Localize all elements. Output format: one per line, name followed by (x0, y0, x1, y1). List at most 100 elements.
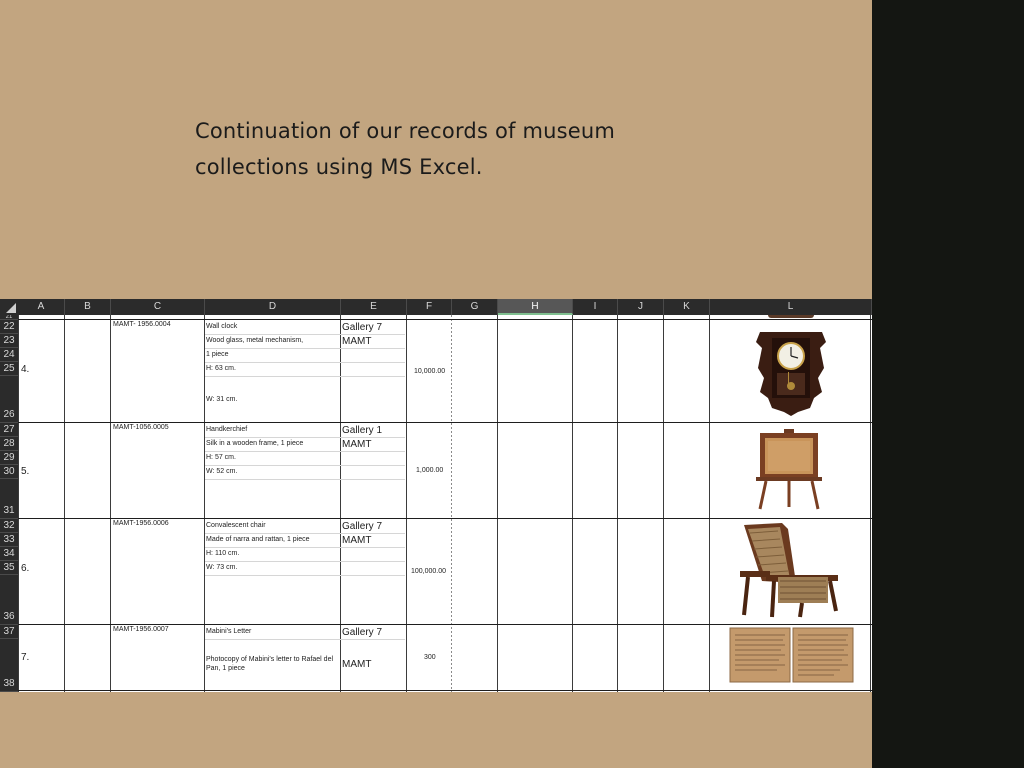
object-name[interactable]: Mabini's Letter (206, 628, 251, 635)
row-header-30[interactable]: 30 (0, 465, 18, 479)
gridline-h (18, 422, 872, 423)
object-width[interactable]: W: 31 cm. (206, 396, 237, 403)
accession-number[interactable]: MAMT-1956.0006 (113, 520, 169, 527)
gallery-cell[interactable]: Gallery 7 (342, 627, 382, 638)
subrow-line (205, 451, 405, 452)
value-cell[interactable]: 300 (424, 654, 436, 661)
framed-handkerchief-image (756, 429, 822, 510)
column-header-h[interactable]: H (498, 299, 573, 315)
row-header-38[interactable]: 38 (0, 639, 18, 692)
slide-heading: Continuation of our records of museum co… (195, 113, 715, 185)
row-header-26[interactable]: 26 (0, 376, 18, 423)
row-header-23[interactable]: 23 (0, 334, 18, 348)
object-height[interactable]: H: 110 cm. (206, 550, 239, 557)
dark-side-panel (872, 0, 1024, 768)
gallery-cell[interactable]: Gallery 1 (342, 425, 382, 436)
gridline-v (110, 315, 111, 692)
object-width[interactable]: W: 73 cm. (206, 564, 237, 571)
heading-line-2: collections using MS Excel. (195, 155, 483, 179)
column-header-i[interactable]: I (573, 299, 618, 315)
row-header-27[interactable]: 27 (0, 423, 18, 437)
record-number[interactable]: 4. (21, 364, 29, 375)
row-header-35[interactable]: 35 (0, 561, 18, 575)
gridline-h (18, 319, 872, 320)
column-header-l[interactable]: L (710, 299, 872, 315)
row-header-22[interactable]: 22 (0, 320, 18, 334)
column-header-f[interactable]: F (407, 299, 452, 315)
subrow-line (205, 437, 405, 438)
row-header-33[interactable]: 33 (0, 533, 18, 547)
object-height[interactable]: H: 63 cm. (206, 365, 236, 372)
gridline-v (64, 315, 65, 692)
record-number[interactable]: 7. (21, 652, 29, 663)
cell-grid: 21 22 23 24 25 26 27 28 29 30 31 32 33 3… (0, 315, 872, 692)
gridline-v (709, 315, 710, 692)
row-header-24[interactable]: 24 (0, 348, 18, 362)
select-all-corner[interactable] (0, 299, 18, 315)
convalescent-chair-image (740, 523, 838, 618)
column-header-bar: A B C D E F G H I J K L (0, 299, 872, 315)
row-header-25[interactable]: 25 (0, 362, 18, 376)
object-name[interactable]: Convalescent chair (206, 522, 266, 529)
object-description[interactable]: Photocopy of Mabini's letter to Rafael d… (206, 656, 333, 663)
gridline-v (406, 315, 407, 692)
record-number[interactable]: 5. (21, 466, 29, 477)
object-quantity[interactable]: Pan, 1 piece (206, 665, 245, 672)
gridline-v (663, 315, 664, 692)
location-cell[interactable]: MAMT (342, 659, 371, 670)
subrow-line (205, 334, 405, 335)
value-cell[interactable]: 1,000.00 (416, 467, 443, 474)
gridline-v (340, 315, 341, 692)
column-header-e[interactable]: E (341, 299, 407, 315)
row-header-31[interactable]: 31 (0, 479, 18, 519)
object-width[interactable]: W: 52 cm. (206, 468, 237, 475)
row-header-36[interactable]: 36 (0, 575, 18, 625)
object-material[interactable]: Silk in a wooden frame, 1 piece (206, 440, 303, 447)
gridline-v (18, 315, 19, 692)
object-name[interactable]: Wall clock (206, 323, 237, 330)
gridline-v (572, 315, 573, 692)
slide-background: Continuation of our records of museum co… (0, 0, 872, 768)
gridline-v (617, 315, 618, 692)
subrow-line (205, 479, 405, 480)
column-header-a[interactable]: A (18, 299, 65, 315)
column-header-j[interactable]: J (618, 299, 664, 315)
row-header-37[interactable]: 37 (0, 625, 18, 639)
gridline-v (204, 315, 205, 692)
location-cell[interactable]: MAMT (342, 439, 371, 450)
object-quantity[interactable]: 1 piece (206, 351, 229, 358)
column-header-k[interactable]: K (664, 299, 710, 315)
object-height[interactable]: H: 57 cm. (206, 454, 236, 461)
accession-number[interactable]: MAMT-1956.0007 (113, 626, 169, 633)
gridline-v (497, 315, 498, 692)
location-cell[interactable]: MAMT (342, 336, 371, 347)
object-name[interactable]: Handkerchief (206, 426, 247, 433)
subrow-line (205, 639, 405, 640)
column-header-d[interactable]: D (205, 299, 341, 315)
record-number[interactable]: 6. (21, 563, 29, 574)
object-material[interactable]: Made of narra and rattan, 1 piece (206, 536, 310, 543)
row-header-28[interactable]: 28 (0, 437, 18, 451)
row-header-34[interactable]: 34 (0, 547, 18, 561)
object-material[interactable]: Wood glass, metal mechanism, (206, 337, 303, 344)
heading-line-1: Continuation of our records of museum (195, 119, 616, 143)
value-cell[interactable]: 100,000.00 (411, 568, 446, 575)
subrow-line (205, 376, 405, 377)
gallery-cell[interactable]: Gallery 7 (342, 521, 382, 532)
row-header-29[interactable]: 29 (0, 451, 18, 465)
gallery-cell[interactable]: Gallery 7 (342, 322, 382, 333)
gridline-h (18, 518, 872, 519)
gridline-h (18, 624, 872, 625)
subrow-line (205, 561, 405, 562)
accession-number[interactable]: MAMT- 1956.0004 (113, 321, 171, 328)
value-cell[interactable]: 10,000.00 (414, 368, 445, 375)
subrow-line (205, 547, 405, 548)
column-header-b[interactable]: B (65, 299, 111, 315)
subrow-line (205, 348, 405, 349)
letter-image (729, 627, 854, 683)
row-header-32[interactable]: 32 (0, 519, 18, 533)
location-cell[interactable]: MAMT (342, 535, 371, 546)
column-header-g[interactable]: G (452, 299, 498, 315)
column-header-c[interactable]: C (111, 299, 205, 315)
accession-number[interactable]: MAMT-1056.0005 (113, 424, 169, 431)
